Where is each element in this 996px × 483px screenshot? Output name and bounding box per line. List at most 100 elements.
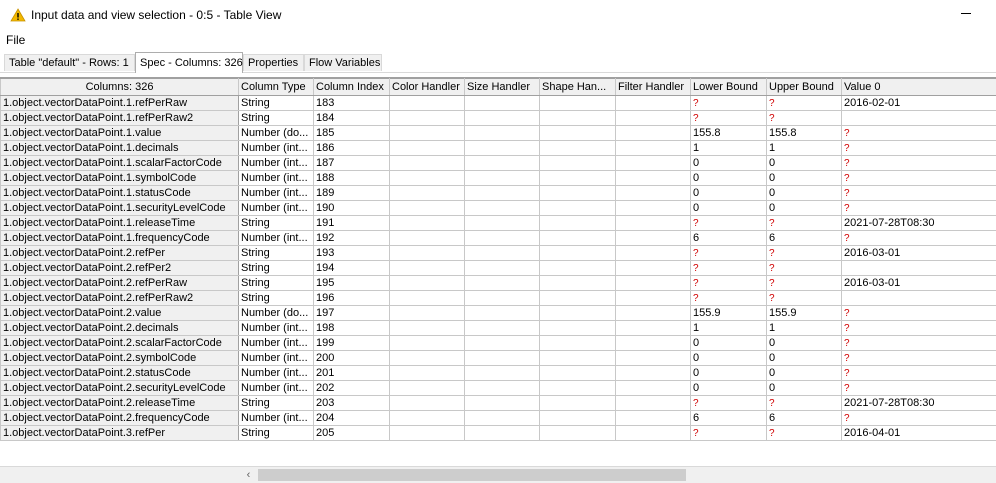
table-row[interactable]: 1.object.vectorDataPoint.2.refPer2String… xyxy=(1,261,996,276)
table-cell xyxy=(540,366,616,381)
table-cell xyxy=(616,336,691,351)
table-cell xyxy=(465,351,540,366)
table-cell: 6 xyxy=(691,411,767,426)
table-row[interactable]: 1.object.vectorDataPoint.2.scalarFactorC… xyxy=(1,336,996,351)
table-cell: 202 xyxy=(314,381,390,396)
table-cell xyxy=(616,321,691,336)
table-row[interactable]: 1.object.vectorDataPoint.1.refPerRaw2Str… xyxy=(1,111,996,126)
table-cell: 0 xyxy=(767,186,842,201)
table-row[interactable]: 1.object.vectorDataPoint.2.decimalsNumbe… xyxy=(1,321,996,336)
table-cell xyxy=(540,276,616,291)
table-cell: ? xyxy=(691,426,767,441)
chevron-left-icon[interactable]: ‹ xyxy=(240,467,257,483)
table-cell: ? xyxy=(842,171,996,186)
table-cell xyxy=(465,141,540,156)
table-row[interactable]: 1.object.vectorDataPoint.2.refPerRawStri… xyxy=(1,276,996,291)
menu-file[interactable]: File xyxy=(6,33,25,47)
table-row[interactable]: 1.object.vectorDataPoint.2.frequencyCode… xyxy=(1,411,996,426)
column-header[interactable]: Size Handler xyxy=(465,79,540,96)
table-row[interactable]: 1.object.vectorDataPoint.2.refPerRaw2Str… xyxy=(1,291,996,306)
table-cell xyxy=(540,156,616,171)
table-cell xyxy=(390,201,465,216)
table-cell xyxy=(465,156,540,171)
table-cell xyxy=(540,261,616,276)
table-row[interactable]: 1.object.vectorDataPoint.2.symbolCodeNum… xyxy=(1,351,996,366)
table-cell xyxy=(616,291,691,306)
table-cell: 196 xyxy=(314,291,390,306)
row-header-cell: 1.object.vectorDataPoint.1.refPerRaw2 xyxy=(1,111,239,126)
table-cell: Number (int... xyxy=(239,351,314,366)
table-cell xyxy=(390,411,465,426)
tab-spec[interactable]: Spec - Columns: 326 xyxy=(135,52,243,73)
table-row[interactable]: 1.object.vectorDataPoint.3.refPerString2… xyxy=(1,426,996,441)
table-row[interactable]: 1.object.vectorDataPoint.1.symbolCodeNum… xyxy=(1,171,996,186)
column-header[interactable]: Column Type xyxy=(239,79,314,96)
table-cell: ? xyxy=(842,411,996,426)
column-header[interactable]: Shape Han... xyxy=(540,79,616,96)
table-cell xyxy=(540,396,616,411)
table-cell: 191 xyxy=(314,216,390,231)
row-header-cell: 1.object.vectorDataPoint.1.releaseTime xyxy=(1,216,239,231)
tab-table[interactable]: Table "default" - Rows: 1 xyxy=(4,54,135,71)
table-row[interactable]: 1.object.vectorDataPoint.1.securityLevel… xyxy=(1,201,996,216)
table-cell xyxy=(390,306,465,321)
row-header-cell: 1.object.vectorDataPoint.1.refPerRaw xyxy=(1,96,239,111)
table-cell: ? xyxy=(842,126,996,141)
table-cell: 1 xyxy=(691,321,767,336)
minimize-button[interactable] xyxy=(961,13,971,14)
row-header-cell: 1.object.vectorDataPoint.3.refPer xyxy=(1,426,239,441)
column-header[interactable]: Lower Bound xyxy=(691,79,767,96)
table-cell: 2021-07-28T08:30 xyxy=(842,216,996,231)
table-row[interactable]: 1.object.vectorDataPoint.2.statusCodeNum… xyxy=(1,366,996,381)
table-cell: 155.8 xyxy=(767,126,842,141)
tab-flow-variables[interactable]: Flow Variables xyxy=(304,54,382,71)
column-header[interactable]: Value 0 xyxy=(842,79,996,96)
row-header-cell: 1.object.vectorDataPoint.2.releaseTime xyxy=(1,396,239,411)
table-cell: 192 xyxy=(314,231,390,246)
table-row[interactable]: 1.object.vectorDataPoint.2.securityLevel… xyxy=(1,381,996,396)
scrollbar-thumb[interactable] xyxy=(258,469,686,481)
column-header[interactable]: Column Index xyxy=(314,79,390,96)
table-row[interactable]: 1.object.vectorDataPoint.2.releaseTimeSt… xyxy=(1,396,996,411)
table-cell xyxy=(390,156,465,171)
table-row[interactable]: 1.object.vectorDataPoint.1.refPerRawStri… xyxy=(1,96,996,111)
table-cell xyxy=(465,201,540,216)
table-cell: ? xyxy=(842,321,996,336)
table-row[interactable]: 1.object.vectorDataPoint.1.statusCodeNum… xyxy=(1,186,996,201)
table-row[interactable]: 1.object.vectorDataPoint.1.releaseTimeSt… xyxy=(1,216,996,231)
table-cell: String xyxy=(239,261,314,276)
table-cell xyxy=(390,426,465,441)
table-cell: 2016-04-01 xyxy=(842,426,996,441)
table-cell xyxy=(616,396,691,411)
table-cell: 0 xyxy=(691,366,767,381)
table-cell: Number (do... xyxy=(239,126,314,141)
table-cell xyxy=(616,126,691,141)
column-header[interactable]: Columns: 326 xyxy=(1,79,239,96)
horizontal-scrollbar[interactable]: ‹ xyxy=(0,466,996,483)
table-row[interactable]: 1.object.vectorDataPoint.1.frequencyCode… xyxy=(1,231,996,246)
table-cell: 0 xyxy=(691,381,767,396)
table-row[interactable]: 1.object.vectorDataPoint.1.valueNumber (… xyxy=(1,126,996,141)
table-cell xyxy=(540,111,616,126)
column-header[interactable]: Upper Bound xyxy=(767,79,842,96)
table-row[interactable]: 1.object.vectorDataPoint.2.valueNumber (… xyxy=(1,306,996,321)
row-header-cell: 1.object.vectorDataPoint.1.securityLevel… xyxy=(1,201,239,216)
tab-properties[interactable]: Properties xyxy=(243,54,304,71)
table-cell xyxy=(540,246,616,261)
table-cell: 0 xyxy=(691,201,767,216)
table-row[interactable]: 1.object.vectorDataPoint.1.scalarFactorC… xyxy=(1,156,996,171)
column-header[interactable]: Color Handler xyxy=(390,79,465,96)
table-row[interactable]: 1.object.vectorDataPoint.2.refPerString1… xyxy=(1,246,996,261)
column-header[interactable]: Filter Handler xyxy=(616,79,691,96)
table-cell xyxy=(390,366,465,381)
row-header-cell: 1.object.vectorDataPoint.2.refPer xyxy=(1,246,239,261)
table-cell: String xyxy=(239,276,314,291)
table-cell xyxy=(540,426,616,441)
table-cell xyxy=(540,231,616,246)
table-cell xyxy=(616,276,691,291)
table-row[interactable]: 1.object.vectorDataPoint.1.decimalsNumbe… xyxy=(1,141,996,156)
table-cell xyxy=(390,336,465,351)
table-cell xyxy=(540,186,616,201)
table-cell xyxy=(616,156,691,171)
table-cell xyxy=(616,231,691,246)
